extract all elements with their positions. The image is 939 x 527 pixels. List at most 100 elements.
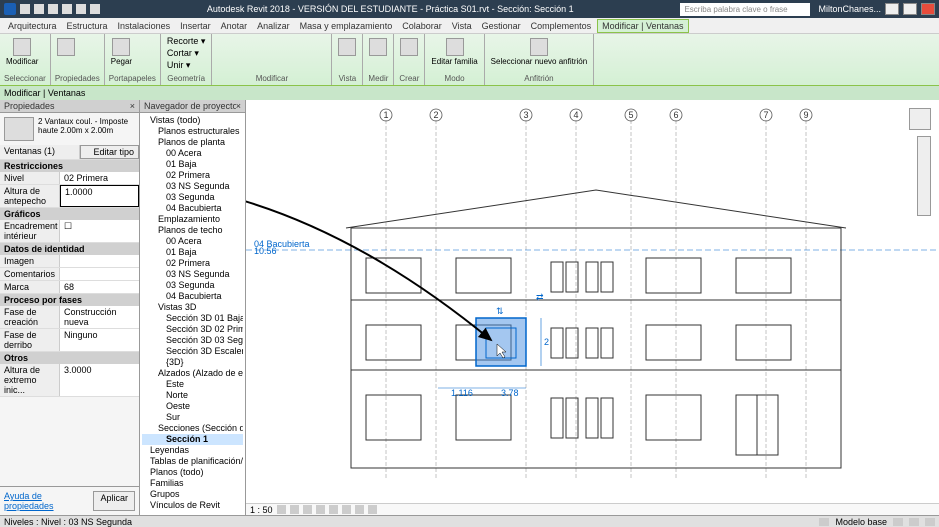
tab-gestionar[interactable]: Gestionar: [478, 20, 525, 32]
tree-item[interactable]: Vistas 3D: [142, 302, 243, 313]
tree-item[interactable]: 02 Primera: [142, 258, 243, 269]
drawing-canvas[interactable]: 12 34 56 79 04 Bacubierta 10.56: [246, 100, 939, 515]
tree-item[interactable]: Oeste: [142, 401, 243, 412]
tree-item[interactable]: 01 Baja: [142, 247, 243, 258]
tree-item[interactable]: Sección 3D Escalera: [142, 346, 243, 357]
select-pinned-icon[interactable]: [909, 518, 919, 526]
tree-item[interactable]: 04 Bacubierta: [142, 291, 243, 302]
model-name[interactable]: Modelo base: [835, 517, 887, 527]
tree-item[interactable]: 03 NS Segunda: [142, 269, 243, 280]
tree-item[interactable]: 03 Segunda: [142, 280, 243, 291]
quick-access-toolbar[interactable]: [20, 4, 100, 14]
pick-new-host-button[interactable]: Seleccionar nuevo anfitrión: [489, 36, 590, 68]
close-button[interactable]: [921, 3, 935, 15]
tree-item[interactable]: Sur: [142, 412, 243, 423]
comentarios-field[interactable]: [60, 268, 139, 280]
tree-item[interactable]: Planos de planta: [142, 137, 243, 148]
visual-style-icon[interactable]: [290, 505, 299, 514]
tab-analizar[interactable]: Analizar: [253, 20, 294, 32]
undo-icon[interactable]: [48, 4, 58, 14]
altura-antepecho-field[interactable]: 1.0000: [60, 185, 139, 207]
tree-item[interactable]: {3D}: [142, 357, 243, 368]
user-name[interactable]: MiltonChanes...: [818, 4, 881, 14]
fase-derribo-field[interactable]: Ninguno: [60, 329, 139, 351]
tree-item[interactable]: Sección 3D 01 Baja: [142, 313, 243, 324]
tab-estructura[interactable]: Estructura: [63, 20, 112, 32]
maximize-button[interactable]: [903, 3, 917, 15]
shadows-icon[interactable]: [316, 505, 325, 514]
tree-item[interactable]: Alzados (Alzado de edificio): [142, 368, 243, 379]
tree-item[interactable]: Planos (todo): [142, 467, 243, 478]
tab-arquitectura[interactable]: Arquitectura: [4, 20, 61, 32]
search-input[interactable]: Escriba palabra clave o frase: [680, 3, 810, 16]
type-description[interactable]: 2 Vantaux coul. - Imposte haute 2.00m x …: [38, 117, 135, 141]
tab-complementos[interactable]: Complementos: [527, 20, 596, 32]
tree-item[interactable]: Secciones (Sección de edificio): [142, 423, 243, 434]
edit-type-button[interactable]: Editar tipo: [80, 145, 139, 159]
imagen-field[interactable]: [60, 255, 139, 267]
redo-icon[interactable]: [62, 4, 72, 14]
tree-item[interactable]: Emplazamiento: [142, 214, 243, 225]
project-tree[interactable]: Vistas (todo)Planos estructuralesPlanos …: [140, 113, 245, 515]
view-control-bar[interactable]: 1 : 50: [246, 503, 939, 515]
save-icon[interactable]: [34, 4, 44, 14]
browser-header[interactable]: Navegador de proyectos - Práctica ... ×: [140, 100, 245, 113]
fase-creacion-field[interactable]: Construcción nueva: [60, 306, 139, 328]
tree-item[interactable]: Leyendas: [142, 445, 243, 456]
create-button[interactable]: [398, 36, 420, 58]
tree-item[interactable]: Vínculos de Revit: [142, 500, 243, 511]
tree-item[interactable]: 03 NS Segunda: [142, 181, 243, 192]
paste-button[interactable]: Pegar: [109, 36, 134, 68]
tab-anotar[interactable]: Anotar: [217, 20, 252, 32]
close-icon[interactable]: ×: [236, 101, 241, 111]
tree-item[interactable]: 03 Segunda: [142, 192, 243, 203]
tab-instalaciones[interactable]: Instalaciones: [114, 20, 175, 32]
tree-item[interactable]: Planos estructurales: [142, 126, 243, 137]
tree-item[interactable]: Sección 1: [142, 434, 243, 445]
type-selector[interactable]: Ventanas (1): [0, 145, 80, 159]
tree-item[interactable]: Vistas (todo): [142, 115, 243, 126]
encadrement-checkbox[interactable]: ☐: [60, 220, 139, 242]
tree-item[interactable]: Grupos: [142, 489, 243, 500]
tree-item[interactable]: 00 Acera: [142, 148, 243, 159]
tree-item[interactable]: Familias: [142, 478, 243, 489]
tree-item[interactable]: Este: [142, 379, 243, 390]
scale-selector[interactable]: 1 : 50: [250, 505, 273, 515]
nivel-field[interactable]: 02 Primera: [60, 172, 139, 184]
navigation-bar[interactable]: [917, 136, 931, 216]
tree-item[interactable]: Sección 3D 03 Segunda: [142, 335, 243, 346]
select-links-icon[interactable]: [893, 518, 903, 526]
tree-item[interactable]: 04 Bacubierta: [142, 203, 243, 214]
detail-level-icon[interactable]: [277, 505, 286, 514]
worksets-icon[interactable]: [819, 518, 829, 526]
print-icon[interactable]: [76, 4, 86, 14]
apply-button[interactable]: Aplicar: [93, 491, 135, 511]
tab-masa[interactable]: Masa y emplazamiento: [296, 20, 397, 32]
minimize-button[interactable]: [885, 3, 899, 15]
tree-item[interactable]: Planos de techo: [142, 225, 243, 236]
filter-icon[interactable]: [925, 518, 935, 526]
hide-isolate-icon[interactable]: [355, 505, 364, 514]
edit-family-button[interactable]: Editar familia: [429, 36, 479, 68]
tree-item[interactable]: 02 Primera: [142, 170, 243, 181]
tree-item[interactable]: 01 Baja: [142, 159, 243, 170]
tree-item[interactable]: 00 Acera: [142, 236, 243, 247]
properties-button[interactable]: [55, 36, 77, 58]
altura-extremo-field[interactable]: 3.0000: [60, 364, 139, 396]
properties-help-link[interactable]: Ayuda de propiedades: [4, 491, 93, 511]
sun-path-icon[interactable]: [303, 505, 312, 514]
open-icon[interactable]: [20, 4, 30, 14]
tree-item[interactable]: Tablas de planificación/Cantidades: [142, 456, 243, 467]
measure-icon[interactable]: [90, 4, 100, 14]
view-cube[interactable]: [909, 108, 931, 130]
tab-modificar-ventanas[interactable]: Modificar | Ventanas: [597, 19, 688, 33]
tree-item[interactable]: Norte: [142, 390, 243, 401]
crop-view-icon[interactable]: [329, 505, 338, 514]
measure-button[interactable]: [367, 36, 389, 58]
tab-insertar[interactable]: Insertar: [176, 20, 215, 32]
tab-colaborar[interactable]: Colaborar: [398, 20, 446, 32]
tab-vista[interactable]: Vista: [448, 20, 476, 32]
view-button[interactable]: [336, 36, 358, 58]
properties-header[interactable]: Propiedades ×: [0, 100, 139, 113]
crop-region-icon[interactable]: [342, 505, 351, 514]
